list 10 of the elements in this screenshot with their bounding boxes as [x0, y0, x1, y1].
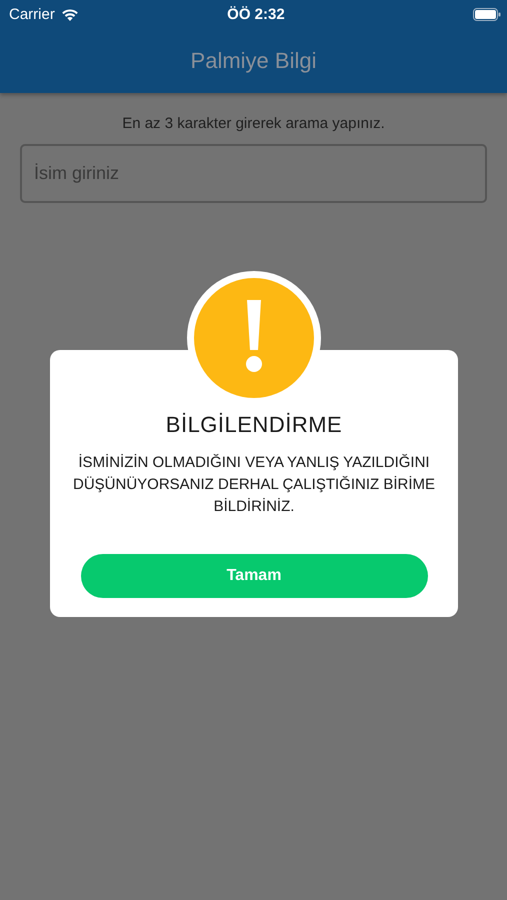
- app-title: Palmiye Bilgi: [190, 48, 316, 74]
- name-field[interactable]: İsim giriniz: [20, 144, 487, 203]
- status-time: ÖÖ 2:32: [226, 6, 286, 22]
- search-hint: En az 3 karakter girerek arama yapınız.: [122, 115, 385, 132]
- ok-button[interactable]: Tamam: [80, 554, 428, 598]
- wifi-icon: [60, 8, 79, 20]
- carrier-name: Carrier: [9, 6, 55, 22]
- dialog-title: BİLGİLENDİRME: [166, 412, 342, 438]
- battery-icon: [473, 8, 501, 20]
- dialog-message: İSMİNİZİN OLMADIĞINI VEYA YANLIŞ YAZILDIĞINI DÜŞÜNÜYORSANIZ DERHAL ÇALIŞTIĞINIZ BİRİME BİLDİRİNİZ.: [72, 453, 436, 517]
